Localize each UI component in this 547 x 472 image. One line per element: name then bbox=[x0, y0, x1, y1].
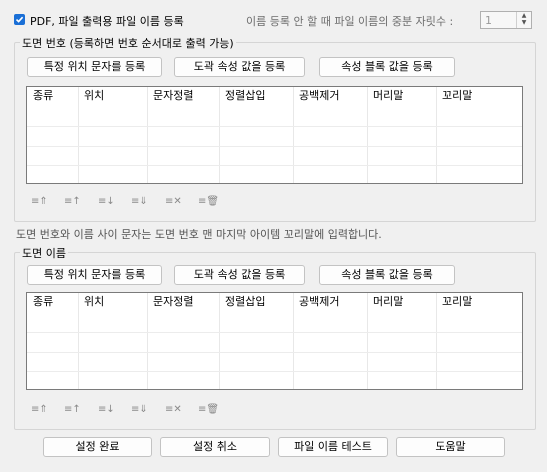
column-header-sort-insert[interactable]: 정렬삽입 bbox=[219, 87, 293, 105]
column-header-type[interactable]: 종류 bbox=[27, 293, 78, 311]
drawing-number-group-title: 도면 번호 (등록하면 번호 순서대로 출력 가능) bbox=[20, 35, 236, 51]
group2-move-down-icon[interactable]: ≡↓ bbox=[98, 404, 115, 415]
column-header-sort-insert[interactable]: 정렬삽입 bbox=[219, 293, 293, 311]
column-header-type[interactable]: 종류 bbox=[27, 87, 78, 105]
group1-move-up-icon[interactable]: ≡↑ bbox=[64, 196, 81, 207]
group1-register-title-attr-button[interactable]: 도곽 속성 값을 등록 bbox=[174, 57, 305, 77]
spin-down-icon[interactable]: ▼ bbox=[517, 19, 531, 26]
group2-register-position-text-button[interactable]: 특정 위치 문자를 등록 bbox=[27, 265, 162, 285]
repeat-digits-spinner[interactable]: 1 ▲ ▼ bbox=[480, 11, 532, 29]
drawing-name-table[interactable]: 종류 위치 문자정렬 정렬삽입 공백제거 머리말 꼬리말 bbox=[26, 292, 523, 390]
repeat-digits-value: 1 bbox=[485, 14, 492, 27]
column-header-text-align[interactable]: 문자정렬 bbox=[147, 87, 219, 105]
column-header-trim-space[interactable]: 공백제거 bbox=[293, 293, 367, 311]
check-icon bbox=[15, 16, 24, 23]
group2-register-block-attr-button[interactable]: 속성 블록 값을 등록 bbox=[319, 265, 455, 285]
group2-register-title-attr-button[interactable]: 도곽 속성 값을 등록 bbox=[174, 265, 305, 285]
drawing-name-group-title: 도면 이름 bbox=[20, 245, 68, 261]
cancel-settings-button[interactable]: 설정 취소 bbox=[160, 437, 270, 457]
column-header-prefix[interactable]: 머리말 bbox=[367, 293, 436, 311]
test-filename-button[interactable]: 파일 이름 테스트 bbox=[278, 437, 388, 457]
apply-settings-button[interactable]: 설정 완료 bbox=[43, 437, 152, 457]
register-filename-label: PDF, 파일 출력용 파일 이름 등록 bbox=[30, 15, 184, 28]
spin-up-icon[interactable]: ▲ bbox=[517, 12, 531, 19]
group2-move-up-icon[interactable]: ≡↑ bbox=[64, 404, 81, 415]
spinner-arrows[interactable]: ▲ ▼ bbox=[516, 12, 531, 28]
group2-remove-icon[interactable]: ≡✕ bbox=[165, 404, 182, 415]
help-button[interactable]: 도움말 bbox=[396, 437, 505, 457]
column-header-text-align[interactable]: 문자정렬 bbox=[147, 293, 219, 311]
group1-register-block-attr-button[interactable]: 속성 블록 값을 등록 bbox=[319, 57, 455, 77]
group2-move-bottom-icon[interactable]: ≡⇓ bbox=[131, 404, 148, 415]
group2-delete-all-icon[interactable]: ≡🗑 bbox=[198, 404, 219, 415]
column-header-prefix[interactable]: 머리말 bbox=[367, 87, 436, 105]
group1-delete-all-icon[interactable]: ≡🗑 bbox=[198, 196, 219, 207]
column-header-trim-space[interactable]: 공백제거 bbox=[293, 87, 367, 105]
group1-move-top-icon[interactable]: ≡⇑ bbox=[31, 196, 48, 207]
column-header-position[interactable]: 위치 bbox=[78, 87, 147, 105]
group2-move-top-icon[interactable]: ≡⇑ bbox=[31, 404, 48, 415]
separator-note: 도면 번호와 이름 사이 문자는 도면 번호 맨 마지막 아이템 꼬리말에 입력… bbox=[16, 228, 382, 241]
group1-move-down-icon[interactable]: ≡↓ bbox=[98, 196, 115, 207]
register-filename-checkbox[interactable] bbox=[14, 14, 25, 25]
group1-remove-icon[interactable]: ≡✕ bbox=[165, 196, 182, 207]
drawing-number-table[interactable]: 종류 위치 문자정렬 정렬삽입 공백제거 머리말 꼬리말 bbox=[26, 86, 523, 184]
group1-register-position-text-button[interactable]: 특정 위치 문자를 등록 bbox=[27, 57, 162, 77]
column-header-suffix[interactable]: 꼬리말 bbox=[436, 87, 522, 105]
column-header-suffix[interactable]: 꼬리말 bbox=[436, 293, 522, 311]
group1-move-bottom-icon[interactable]: ≡⇓ bbox=[131, 196, 148, 207]
repeat-digits-label: 이름 등록 안 할 때 파일 이름의 중분 자릿수 : bbox=[246, 15, 454, 28]
column-header-position[interactable]: 위치 bbox=[78, 293, 147, 311]
